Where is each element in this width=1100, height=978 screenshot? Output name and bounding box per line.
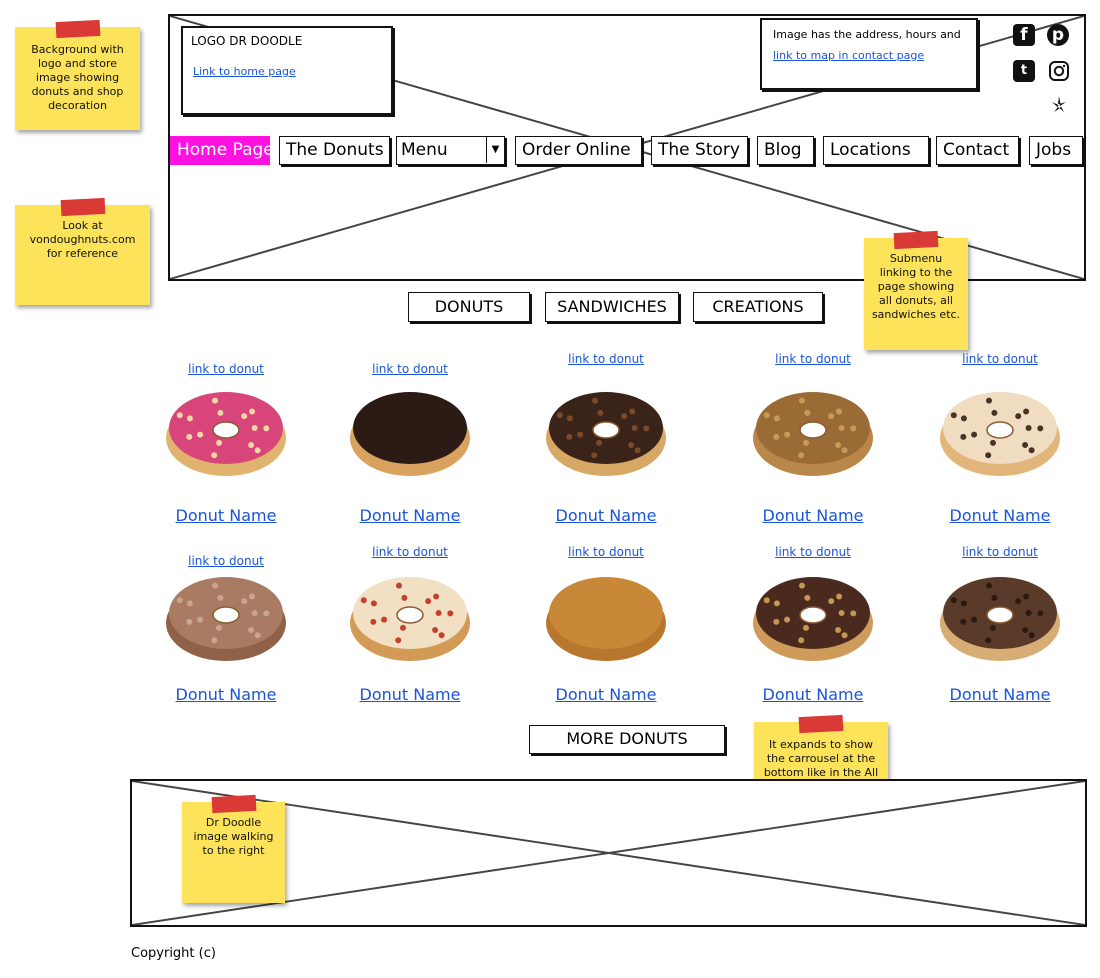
instagram-icon[interactable] — [1048, 60, 1070, 82]
donut-name[interactable]: Donut Name — [166, 685, 286, 704]
donut-link[interactable]: link to donut — [360, 362, 460, 376]
donut-image[interactable] — [541, 565, 671, 665]
note-reference: Look at vondoughnuts.com for reference — [15, 197, 150, 305]
donut-link[interactable]: link to donut — [176, 362, 276, 376]
tape — [211, 794, 256, 814]
donut-name[interactable]: Donut Name — [350, 506, 470, 525]
donut-name[interactable]: Donut Name — [166, 506, 286, 525]
tape — [798, 714, 844, 734]
note-submenu-text: Submenu linking to the page showing all … — [871, 252, 961, 321]
nav-jobs[interactable]: Jobs — [1029, 136, 1083, 165]
donut-link[interactable]: link to donut — [763, 545, 863, 559]
donut-image[interactable] — [935, 565, 1065, 665]
contact-text: Image has the address, hours and — [773, 28, 961, 41]
donut-image[interactable] — [748, 565, 878, 665]
nav-blog[interactable]: Blog — [757, 136, 814, 165]
note-submenu: Submenu linking to the page showing all … — [864, 230, 968, 350]
donut-name[interactable]: Donut Name — [940, 685, 1060, 704]
nav-home-page[interactable]: Home Page — [170, 136, 274, 165]
note-background-text: Background with logo and store image sho… — [31, 43, 124, 112]
donut-name[interactable]: Donut Name — [753, 685, 873, 704]
nav-menu-select[interactable]: Menu ▼ — [396, 136, 505, 165]
donut-link[interactable]: link to donut — [556, 352, 656, 366]
nav-contact[interactable]: Contact — [936, 136, 1019, 165]
contact-panel: Image has the address, hours and link to… — [760, 18, 978, 90]
logo-panel: LOGO DR DOODLE Link to home page — [181, 26, 393, 115]
note-background: Background with logo and store image sho… — [15, 19, 140, 130]
donut-link[interactable]: link to donut — [556, 545, 656, 559]
donut-name[interactable]: Donut Name — [350, 685, 470, 704]
pinterest-icon[interactable]: p — [1047, 24, 1069, 46]
donut-image[interactable] — [748, 380, 878, 480]
note-reference-text: Look at vondoughnuts.com for reference — [29, 219, 136, 260]
submenu-sandwiches[interactable]: SANDWICHES — [545, 292, 679, 322]
donut-image[interactable] — [161, 565, 291, 665]
contact-map-link[interactable]: link to map in contact page — [773, 49, 924, 62]
logo-text: LOGO DR DOODLE — [191, 34, 303, 48]
tape — [60, 197, 105, 217]
donut-image[interactable] — [345, 565, 475, 665]
copyright-text: Copyright (c) — [131, 946, 216, 961]
donut-image[interactable] — [935, 380, 1065, 480]
donut-link[interactable]: link to donut — [950, 352, 1050, 366]
donut-name[interactable]: Donut Name — [546, 685, 666, 704]
donut-name[interactable]: Donut Name — [753, 506, 873, 525]
tape — [893, 230, 939, 250]
instagram-glyph — [1049, 61, 1069, 81]
donut-link[interactable]: link to donut — [950, 545, 1050, 559]
yelp-icon[interactable] — [1048, 94, 1070, 116]
nav-locations[interactable]: Locations — [823, 136, 929, 165]
chevron-down-icon[interactable]: ▼ — [486, 137, 504, 163]
submenu-creations[interactable]: CREATIONS — [693, 292, 823, 322]
nav-menu-label: Menu — [401, 140, 448, 160]
more-donuts-button[interactable]: MORE DONUTS — [529, 725, 725, 754]
donut-link[interactable]: link to donut — [360, 545, 460, 559]
donut-name[interactable]: Donut Name — [546, 506, 666, 525]
donut-image[interactable] — [345, 380, 475, 480]
submenu-donuts[interactable]: DONUTS — [408, 292, 530, 322]
donut-name[interactable]: Donut Name — [940, 506, 1060, 525]
yelp-glyph — [1052, 96, 1066, 112]
twitter-icon[interactable]: t — [1013, 60, 1035, 82]
note-doodle: Dr Doodle image walking to the right — [182, 794, 285, 903]
donut-image[interactable] — [161, 380, 291, 480]
tape — [55, 19, 100, 39]
nav-order-online[interactable]: Order Online — [515, 136, 642, 165]
donut-link[interactable]: link to donut — [763, 352, 863, 366]
nav-the-donuts[interactable]: The Donuts — [279, 136, 390, 165]
facebook-icon[interactable]: f — [1013, 24, 1035, 46]
nav-the-story[interactable]: The Story — [651, 136, 748, 165]
note-doodle-text: Dr Doodle image walking to the right — [193, 816, 274, 857]
home-link[interactable]: Link to home page — [193, 65, 296, 78]
donut-image[interactable] — [541, 380, 671, 480]
